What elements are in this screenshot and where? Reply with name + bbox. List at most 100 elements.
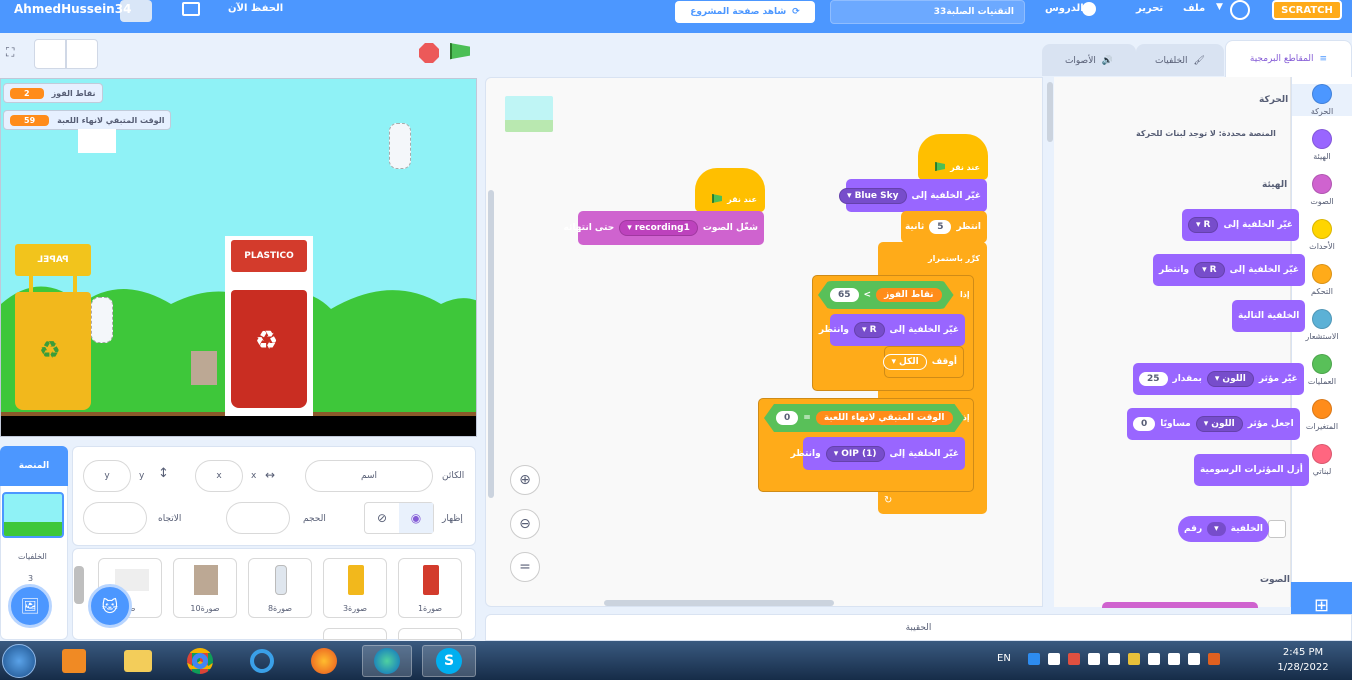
show-toggle[interactable]: ⊘ ◉ — [364, 502, 434, 534]
score-monitor[interactable]: 2 نقاط الفوز — [3, 83, 103, 103]
sprite-thumb-8[interactable]: صورة8 — [248, 558, 312, 618]
stage-canvas[interactable]: 2 نقاط الفوز 59 الوقت المتبقي لانهاء الل… — [0, 78, 477, 437]
sprite-can[interactable] — [191, 351, 217, 385]
normal-stage-button[interactable] — [66, 39, 98, 69]
size-input[interactable] — [226, 502, 290, 534]
stop-icon[interactable] — [419, 43, 439, 63]
zoom-out-button[interactable]: ⊖ — [510, 509, 540, 539]
when-flag-hat-1[interactable]: عند نقر — [695, 168, 765, 212]
backdrop-dropdown[interactable]: OIP (1) ▾ — [825, 445, 885, 462]
palette-clear-effects[interactable]: أزل المؤثرات الرسومية — [1194, 454, 1309, 486]
project-title-input[interactable]: 33التقنيات الصلبة — [830, 0, 1025, 24]
green-flag-icon[interactable] — [450, 43, 472, 65]
sprite-thumb-1[interactable]: صورة1 — [398, 558, 462, 618]
palette-backdrop-number[interactable]: الخلفية ▾ رقم — [1178, 516, 1269, 542]
category-item[interactable]: الحركة — [1292, 84, 1352, 116]
score-reporter[interactable]: نقاط الفوز — [876, 288, 941, 302]
palette-change-effect[interactable]: غيّر مؤثر اللون ▾ بمقدار 25 — [1133, 363, 1304, 395]
stop-all[interactable]: أوقف الكل ▾ — [883, 346, 964, 378]
taskbar-explorer[interactable] — [116, 645, 160, 677]
wait-seconds-input[interactable]: 5 — [929, 220, 952, 234]
play-sound-until-done[interactable]: شغّل الصوت recording1 ▾ حتى انتهائه — [564, 211, 764, 245]
small-stage-button[interactable] — [34, 39, 66, 69]
script-area-vscrollbar[interactable] — [488, 190, 494, 498]
switch-backdrop-wait-r[interactable]: غيّر الخلفية إلى R ▾ وانتظر — [819, 314, 965, 346]
plastic-bin-sprite[interactable]: PLASTICO ♻ — [225, 236, 313, 416]
x-input[interactable]: x — [195, 460, 243, 492]
wait-seconds[interactable]: انتظر 5 ثانية — [901, 211, 987, 243]
number-name-dropdown[interactable]: ▾ — [1207, 522, 1226, 536]
category-item[interactable]: الأحداث — [1292, 219, 1352, 251]
palette-sound-block-partial[interactable] — [1102, 602, 1258, 608]
direction-input[interactable] — [83, 502, 147, 534]
effect-dropdown[interactable]: اللون ▾ — [1195, 416, 1243, 432]
timer-reporter[interactable]: الوقت المتبقي لانهاء اللعبة — [816, 411, 953, 425]
y-input[interactable]: y — [83, 460, 131, 492]
sound-dropdown[interactable]: recording1 ▾ — [619, 220, 698, 236]
sprite-thumb-partial[interactable] — [323, 628, 387, 640]
effect-amount-input[interactable]: 25 — [1139, 372, 1168, 386]
backdrop-dropdown[interactable]: Blue Sky ▾ — [839, 187, 907, 204]
sprite-thumb-10[interactable]: صورة10 — [173, 558, 237, 618]
switch-backdrop-blue-sky[interactable]: غيّر الخلفية إلى Blue Sky ▾ — [839, 179, 987, 212]
save-now-link[interactable]: الحفظ الآن — [228, 3, 283, 14]
scratch-logo[interactable]: SCRATCH — [1272, 0, 1342, 20]
gt-value-input[interactable]: 65 — [830, 288, 859, 302]
timer-monitor[interactable]: 59 الوقت المتبقي لانهاء اللعبة — [3, 110, 172, 130]
sprite-thumb-partial-2[interactable] — [398, 628, 462, 640]
username[interactable]: AhmedHussein34 — [14, 2, 131, 16]
paper-bin-sprite[interactable]: PAPEL ♻ — [15, 244, 91, 410]
when-flag-hat-2[interactable]: عند نقر — [918, 134, 988, 180]
palette-scrollbar[interactable] — [1047, 82, 1053, 142]
taskbar-ie[interactable] — [240, 645, 284, 677]
sprite-bottle-left[interactable] — [91, 297, 113, 343]
category-item[interactable]: المتغيرات — [1292, 399, 1352, 431]
menu-file[interactable]: ملف — [1183, 3, 1205, 14]
gt-operator[interactable]: نقاط الفوز > 65 — [818, 281, 954, 309]
sprite-name-input[interactable]: اسم — [305, 460, 433, 492]
tab-sounds[interactable]: الأصوات 🔊 — [1042, 44, 1136, 76]
effect-value-input[interactable]: 0 — [1133, 417, 1156, 431]
add-backdrop-button[interactable]: 🖼 — [8, 584, 52, 628]
script-area-hscrollbar[interactable] — [604, 600, 834, 606]
taskbar-firefox[interactable] — [302, 645, 346, 677]
taskbar-skype[interactable]: S — [422, 645, 476, 677]
stage-thumbnail[interactable] — [2, 492, 64, 538]
zoom-reset-button[interactable]: = — [510, 552, 540, 582]
backdrop-dropdown[interactable]: R ▾ — [1194, 262, 1225, 278]
sprite-note[interactable] — [78, 129, 116, 153]
palette-set-effect[interactable]: اجعل مؤثر اللون ▾ مساويًا 0 — [1127, 408, 1300, 440]
add-sprite-button[interactable]: 🐱 — [88, 584, 132, 628]
stop-dropdown[interactable]: الكل ▾ — [883, 354, 927, 370]
eq-operator[interactable]: الوقت المتبقي لانهاء اللعبة = 0 — [764, 404, 965, 432]
category-item[interactable]: الهيئة — [1292, 129, 1352, 161]
hide-icon[interactable]: ⊘ — [365, 503, 399, 533]
language-indicator[interactable]: EN — [997, 653, 1011, 664]
backdrop-number-checkbox[interactable] — [1268, 520, 1286, 538]
start-button[interactable] — [2, 644, 36, 678]
fullscreen-icon[interactable]: ⛶ — [6, 45, 14, 60]
tab-backdrops[interactable]: الخلفيات 🖌 — [1136, 44, 1224, 76]
menu-edit[interactable]: تحرير — [1136, 3, 1163, 14]
backdrop-dropdown[interactable]: R ▾ — [1188, 217, 1219, 233]
palette-next-backdrop[interactable]: الخلفية التالية — [1232, 300, 1306, 332]
palette-switch-backdrop-wait[interactable]: غيّر الخلفية إلى R ▾ وانتظر — [1153, 254, 1306, 286]
effect-dropdown[interactable]: اللون ▾ — [1206, 371, 1254, 387]
category-item[interactable]: الصوت — [1292, 174, 1352, 206]
menu-tutorials[interactable]: الدروس — [1045, 3, 1084, 14]
taskbar-edge[interactable] — [362, 645, 412, 677]
tray-icons[interactable] — [1028, 653, 1220, 665]
backdrop-dropdown[interactable]: R ▾ — [854, 322, 885, 338]
sprite-thumb-3[interactable]: صورة3 — [323, 558, 387, 618]
palette-switch-backdrop[interactable]: غيّر الخلفية إلى R ▾ — [1182, 209, 1299, 241]
switch-backdrop-wait-oip[interactable]: غيّر الخلفية إلى OIP (1) ▾ وانتظر — [791, 437, 965, 470]
eye-icon[interactable]: ◉ — [399, 503, 433, 533]
globe-icon[interactable] — [1230, 0, 1250, 20]
zoom-in-button[interactable]: ⊕ — [510, 465, 540, 495]
taskbar-media-player[interactable] — [52, 645, 96, 677]
clock[interactable]: 2:45 PM 1/28/2022 — [1268, 645, 1338, 675]
chevron-down-icon[interactable]: ▼ — [1216, 2, 1223, 12]
see-project-page-button[interactable]: شاهد صفحة المشروع ⟳ — [675, 1, 815, 23]
eq-value-input[interactable]: 0 — [776, 411, 798, 425]
tab-code[interactable]: المقاطع البرمجية ≡ — [1225, 40, 1352, 77]
